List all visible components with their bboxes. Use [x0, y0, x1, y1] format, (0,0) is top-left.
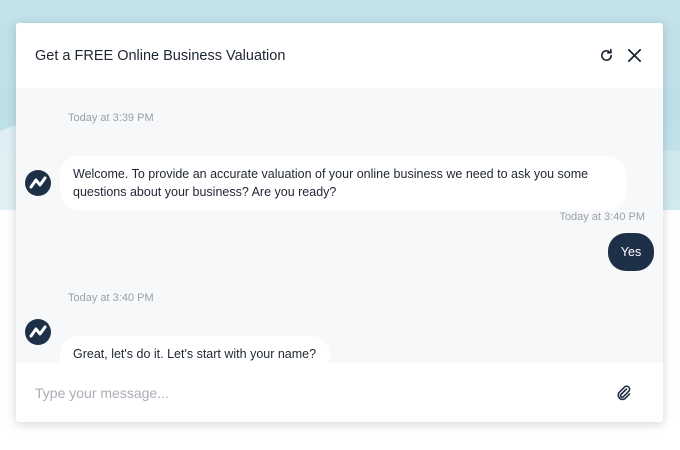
chat-header: Get a FREE Online Business Valuation: [16, 23, 663, 88]
message-timestamp: Today at 3:40 PM: [68, 292, 154, 304]
close-icon: [627, 48, 641, 63]
trend-logo-icon: [29, 176, 47, 189]
attach-button[interactable]: [613, 382, 635, 404]
message-timestamp: Today at 3:40 PM: [559, 211, 645, 223]
message-timestamp: Today at 3:39 PM: [68, 112, 154, 124]
message-text-line: Welcome. To provide an accurate valuatio…: [73, 167, 589, 181]
bot-message-bubble: Welcome. To provide an accurate valuatio…: [60, 156, 626, 210]
chat-widget: Get a FREE Online Business Valuation Tod…: [16, 23, 663, 422]
bot-avatar: [25, 170, 51, 196]
chat-title: Get a FREE Online Business Valuation: [35, 47, 286, 64]
paperclip-icon: [617, 384, 631, 400]
bot-avatar: [25, 319, 51, 345]
close-button[interactable]: [623, 45, 645, 67]
trend-logo-icon: [29, 325, 47, 338]
message-input[interactable]: [35, 384, 613, 401]
message-list[interactable]: Today at 3:39 PM Welcome. To provide an …: [16, 88, 663, 374]
user-message-bubble: Yes: [608, 233, 654, 271]
message-text-line: questions about your business? Are you r…: [73, 185, 337, 199]
message-text: Great, let's do it. Let's start with you…: [73, 347, 317, 361]
message-text: Yes: [620, 245, 642, 259]
message-composer: [16, 363, 663, 422]
refresh-icon: [600, 48, 612, 61]
refresh-button[interactable]: [595, 45, 617, 67]
